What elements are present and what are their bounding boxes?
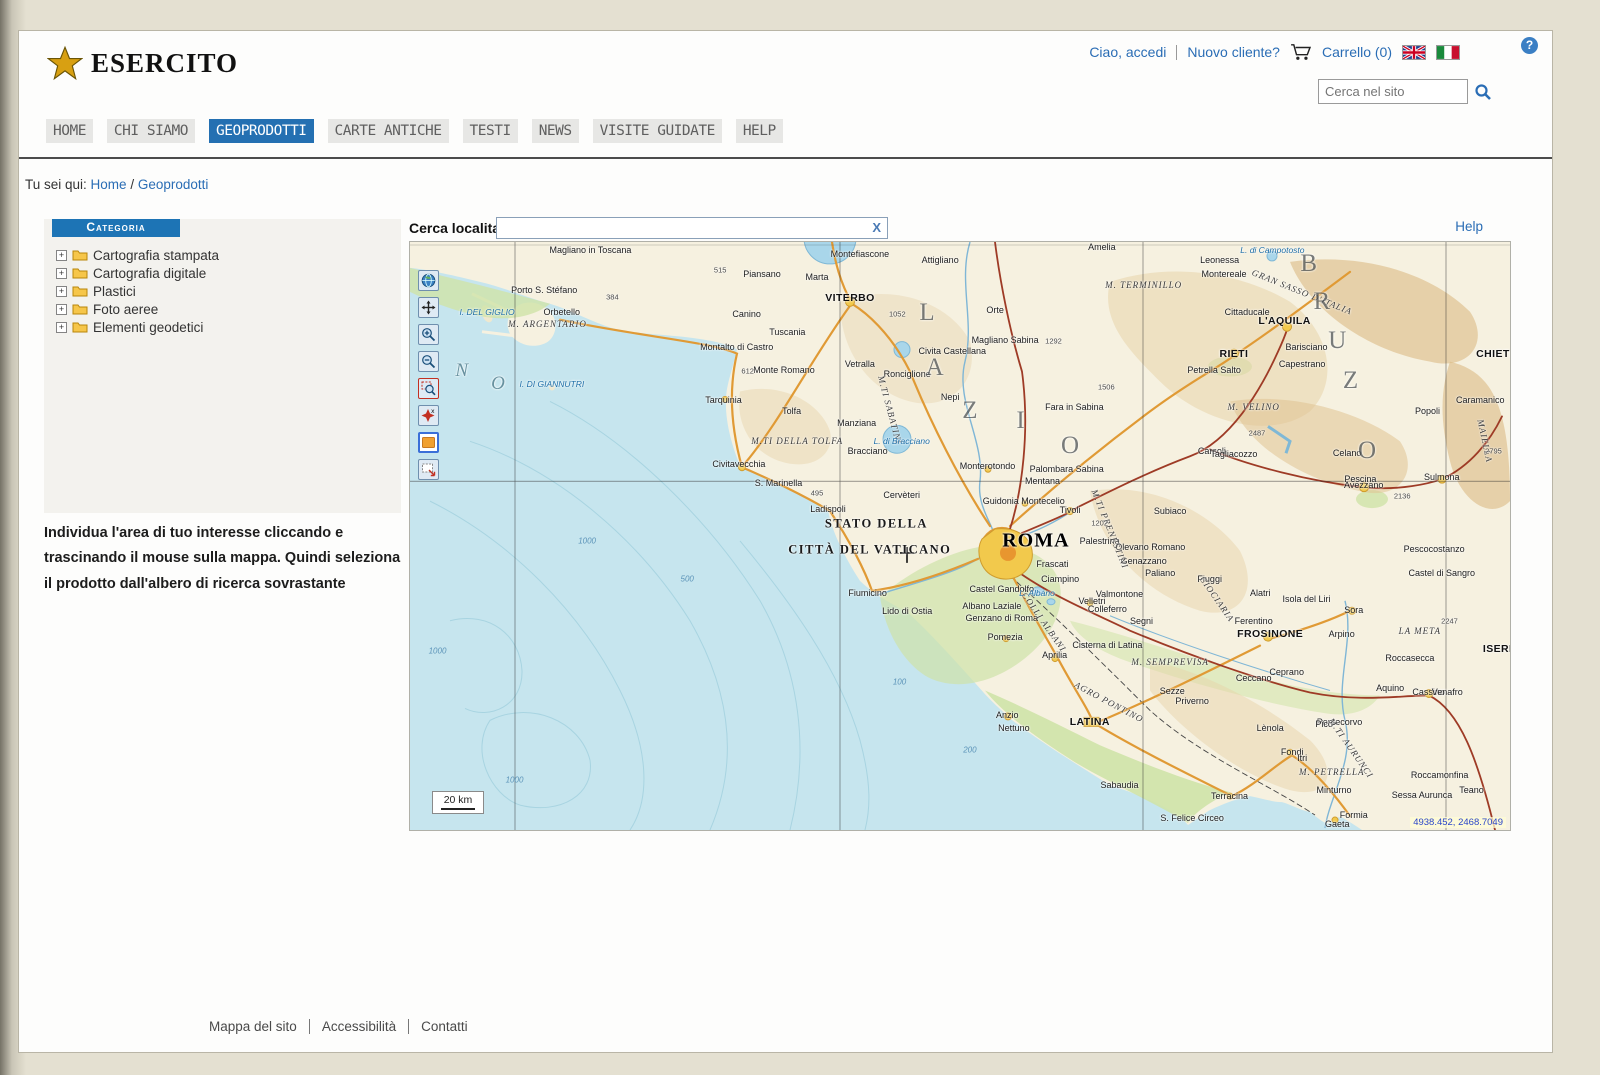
folder-icon <box>72 267 88 279</box>
category-panel: Categoria + Cartografia stampata + Carto… <box>44 219 401 513</box>
tree-item-label[interactable]: Foto aeree <box>93 302 158 317</box>
pan-icon <box>421 300 436 315</box>
clear-area-icon <box>421 462 436 477</box>
nav-testi[interactable]: TESTI <box>463 119 518 143</box>
nav-news[interactable]: NEWS <box>532 119 579 143</box>
zoom-window-icon <box>421 381 436 396</box>
tree-item-label[interactable]: Cartografia stampata <box>93 248 219 263</box>
site-search-input[interactable] <box>1318 79 1468 104</box>
breadcrumb-home[interactable]: Home <box>91 177 127 192</box>
content-card: ESERCITO Ciao, accedi Nuovo cliente? Car… <box>18 30 1553 1053</box>
pan-tool-button[interactable] <box>418 297 439 318</box>
nav-chi-siamo[interactable]: CHI SIAMO <box>107 119 195 143</box>
tree-item-label[interactable]: Cartografia digitale <box>93 266 206 281</box>
expand-icon[interactable]: + <box>56 322 67 333</box>
breadcrumb-separator: / <box>130 177 134 192</box>
category-header: Categoria <box>52 219 180 237</box>
locality-search-label: Cerca localita' <box>409 220 503 236</box>
site-search <box>1318 79 1492 104</box>
locality-search-input[interactable] <box>499 219 859 237</box>
expand-icon[interactable]: + <box>56 286 67 297</box>
tree-item-elementi-geodetici[interactable]: + Elementi geodetici <box>56 318 219 336</box>
expand-icon[interactable]: + <box>56 304 67 315</box>
breadcrumb-prefix: Tu sei qui: <box>25 177 87 192</box>
draw-area-tool-button[interactable] <box>418 432 439 453</box>
main-nav: HOME CHI SIAMO GEOPRODOTTI CARTE ANTICHE… <box>46 119 783 143</box>
nav-help[interactable]: HELP <box>736 119 783 143</box>
identify-xy-icon: x <box>421 408 436 423</box>
globe-icon <box>421 273 436 288</box>
folder-icon <box>72 285 88 297</box>
scale-label: 20 km <box>444 794 473 806</box>
footer-accessibility-link[interactable]: Accessibilità <box>309 1019 408 1034</box>
separator <box>1176 45 1177 60</box>
tree-item-label[interactable]: Elementi geodetici <box>93 320 203 335</box>
map-canvas[interactable] <box>410 242 1510 830</box>
uk-flag-icon[interactable] <box>1402 45 1426 60</box>
zoom-in-tool-button[interactable] <box>418 324 439 345</box>
locality-search-box: X <box>496 217 888 239</box>
search-icon[interactable] <box>1474 83 1492 101</box>
coordinates-readout: 4938.452, 2468.7049 <box>1410 817 1506 828</box>
login-link[interactable]: Ciao, accedi <box>1089 44 1166 60</box>
draw-area-icon <box>421 435 436 450</box>
zoom-window-tool-button[interactable] <box>418 378 439 399</box>
zoom-in-icon <box>421 327 436 342</box>
nav-geoprodotti[interactable]: GEOPRODOTTI <box>209 119 314 143</box>
cart-icon[interactable] <box>1290 43 1312 61</box>
map-header: Cerca localita' X Help <box>409 217 1511 241</box>
identify-xy-tool-button[interactable]: x <box>418 405 439 426</box>
zoom-out-tool-button[interactable] <box>418 351 439 372</box>
scale-rule <box>441 808 475 810</box>
folder-icon <box>72 303 88 315</box>
nav-home[interactable]: HOME <box>46 119 93 143</box>
nav-visite-guidate[interactable]: VISITE GUIDATE <box>593 119 722 143</box>
footer-contacts-link[interactable]: Contatti <box>408 1019 480 1034</box>
map-instructions: Individua l'area di tuo interesse clicca… <box>44 521 406 597</box>
globe-tool-button[interactable] <box>418 270 439 291</box>
logo: ESERCITO <box>47 45 238 81</box>
new-customer-link[interactable]: Nuovo cliente? <box>1187 44 1280 60</box>
nav-carte-antiche[interactable]: CARTE ANTICHE <box>328 119 449 143</box>
folder-icon <box>72 321 88 333</box>
logo-text: ESERCITO <box>91 48 238 79</box>
top-links: Ciao, accedi Nuovo cliente? Carrello (0) <box>1089 43 1460 61</box>
tree-item-plastici[interactable]: + Plastici <box>56 282 219 300</box>
cart-link[interactable]: Carrello (0) <box>1322 44 1392 60</box>
star-logo-icon <box>47 45 83 81</box>
expand-icon[interactable]: + <box>56 268 67 279</box>
tree-item-cartografia-digitale[interactable]: + Cartografia digitale <box>56 264 219 282</box>
footer: Mappa del sito Accessibilità Contatti <box>197 1019 480 1034</box>
map-viewport[interactable]: VITERBORIETIL'AQUILACHIETILATINAFROSINON… <box>409 241 1511 831</box>
breadcrumb-current[interactable]: Geoprodotti <box>138 177 209 192</box>
tree-item-label[interactable]: Plastici <box>93 284 136 299</box>
breadcrumb: Tu sei qui: Home / Geoprodotti <box>25 177 208 192</box>
italy-flag-icon[interactable] <box>1436 45 1460 60</box>
category-tree: + Cartografia stampata + Cartografia dig… <box>56 246 219 336</box>
footer-sitemap-link[interactable]: Mappa del sito <box>197 1019 309 1034</box>
clear-area-tool-button[interactable] <box>418 459 439 480</box>
map-toolbar: x <box>418 270 439 480</box>
tree-item-foto-aeree[interactable]: + Foto aeree <box>56 300 219 318</box>
map-help-link[interactable]: Help <box>1455 219 1483 234</box>
tree-item-cartografia-stampata[interactable]: + Cartografia stampata <box>56 246 219 264</box>
expand-icon[interactable]: + <box>56 250 67 261</box>
clear-search-button[interactable]: X <box>872 220 881 235</box>
svg-text:x: x <box>431 408 435 415</box>
nav-divider <box>19 157 1552 159</box>
folder-icon <box>72 249 88 261</box>
page-help-icon[interactable]: ? <box>1521 37 1538 54</box>
map-scalebar: 20 km <box>432 791 484 814</box>
zoom-out-icon <box>421 354 436 369</box>
